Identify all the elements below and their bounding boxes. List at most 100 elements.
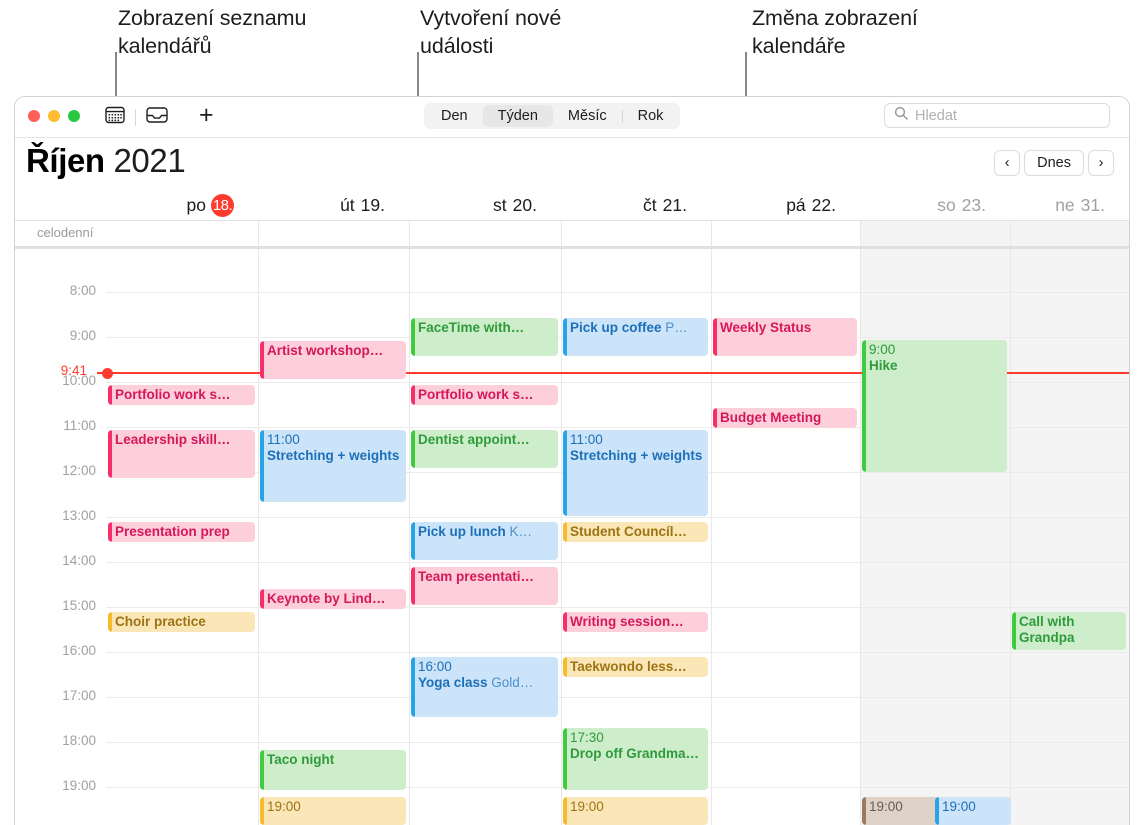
today-date-badge: 18. xyxy=(211,193,234,217)
calendar-event[interactable]: Choir practice xyxy=(108,612,255,632)
calendar-event[interactable]: 17:30 Drop off Grandma… xyxy=(563,728,708,790)
event-color-bar xyxy=(563,657,567,677)
event-title: FaceTime with… xyxy=(418,320,525,335)
day-number-label: 22. xyxy=(811,194,836,215)
day-header-ne[interactable]: ne 31. xyxy=(1010,190,1129,220)
tab-day[interactable]: Den xyxy=(426,105,483,127)
calendar-event[interactable]: Taekwondo less… xyxy=(563,657,708,677)
day-weekday-label: ne xyxy=(1055,194,1075,215)
toolbar-divider xyxy=(135,109,136,126)
calendar-event[interactable]: FaceTime with… xyxy=(411,318,558,356)
prev-week-button[interactable]: ‹ xyxy=(994,150,1021,176)
calendar-event[interactable]: Artist workshop… xyxy=(260,341,406,379)
calendar-event[interactable]: Portfolio work s… xyxy=(411,385,558,405)
event-location: Gold… xyxy=(487,675,534,690)
event-location: P… xyxy=(661,320,688,335)
calendar-event[interactable]: Leadership skill… xyxy=(108,430,255,478)
calendar-event[interactable]: 19:00 xyxy=(935,797,1011,825)
tab-month-label: Měsíc xyxy=(567,108,607,124)
calendar-event[interactable]: Student Councíl… xyxy=(563,522,708,542)
today-button[interactable]: Dnes xyxy=(1024,150,1084,176)
day-header-čt[interactable]: čt 21. xyxy=(561,190,711,220)
calendar-event[interactable]: Taco night xyxy=(260,750,406,790)
calendar-event[interactable]: Pick up lunch K… xyxy=(411,522,558,560)
all-day-column-divider xyxy=(860,221,861,246)
event-color-bar xyxy=(1012,612,1016,650)
tab-year[interactable]: Rok xyxy=(623,105,679,127)
event-color-bar xyxy=(563,797,567,825)
all-day-weekend-shade xyxy=(1010,221,1129,246)
day-weekday-label: st xyxy=(493,194,507,215)
calendar-event[interactable]: Team presentati… xyxy=(411,567,558,605)
calendar-event[interactable]: 11:00 Stretching + weights xyxy=(260,430,406,502)
hour-gridline xyxy=(106,292,1129,293)
view-segmented-control[interactable]: Den Týden Měsíc Rok xyxy=(424,103,681,129)
event-color-bar xyxy=(563,318,567,356)
tab-week[interactable]: Týden xyxy=(482,105,553,127)
day-header-row: po 18. út 19. st 20. čt 21. pá 22. so 23. ne 31. xyxy=(15,190,1129,220)
column-divider xyxy=(860,249,861,825)
event-title: Dentist appoint… xyxy=(418,432,530,447)
calendar-event[interactable]: Weekly Status xyxy=(713,318,857,356)
week-grid[interactable]: 8:00 9:00 10:00 11:00 12:00 13:00 14:00 15:00 16… xyxy=(15,249,1129,825)
search-field[interactable]: Hledat xyxy=(884,103,1110,128)
event-color-bar xyxy=(260,430,264,502)
calendar-event[interactable]: 11:00 Stretching + weights xyxy=(563,430,708,516)
close-button[interactable] xyxy=(28,110,40,122)
calendar-event[interactable]: Portfolio work s… xyxy=(108,385,255,405)
plus-icon[interactable]: + xyxy=(199,103,214,128)
calendar-icon[interactable] xyxy=(105,106,125,129)
calendar-event[interactable]: Dentist appoint… xyxy=(411,430,558,468)
day-header-út[interactable]: út 19. xyxy=(258,190,409,220)
all-day-column-divider xyxy=(1010,221,1011,246)
event-title: Keynote by Lind… xyxy=(267,591,386,606)
event-title: Writing session… xyxy=(570,614,684,629)
event-title: Choir practice xyxy=(115,614,206,629)
day-header-pá[interactable]: pá 22. xyxy=(711,190,860,220)
calendar-event[interactable]: 19:00 xyxy=(260,797,406,825)
event-title: Portfolio work s… xyxy=(418,387,534,402)
calendar-event[interactable]: Keynote by Lind… xyxy=(260,589,406,609)
event-time: 11:00 xyxy=(267,432,300,447)
calendar-event[interactable]: Pick up coffee P… xyxy=(563,318,708,356)
day-number-label: 20. xyxy=(512,194,537,215)
day-header-po[interactable]: po 18. xyxy=(106,190,258,220)
calendar-event[interactable]: Writing session… xyxy=(563,612,708,632)
date-navigation[interactable]: ‹ Dnes › xyxy=(994,150,1114,176)
event-color-bar xyxy=(108,430,112,478)
hour-gridline xyxy=(106,652,1129,653)
minimize-button[interactable] xyxy=(48,110,60,122)
day-header-st[interactable]: st 20. xyxy=(409,190,561,220)
calendar-event[interactable]: 16:00 Yoga class Gold… xyxy=(411,657,558,717)
current-time-dot xyxy=(102,367,113,379)
event-color-bar xyxy=(260,589,264,609)
next-week-button[interactable]: › xyxy=(1088,150,1114,176)
zoom-button[interactable] xyxy=(68,110,80,122)
calendar-event[interactable]: Budget Meeting xyxy=(713,408,857,428)
time-label-900: 9:00 xyxy=(69,328,96,343)
event-title: Portfolio work s… xyxy=(115,387,231,402)
time-label-1500: 15:00 xyxy=(62,598,96,613)
all-day-label: celodenní xyxy=(37,225,94,240)
time-label-1600: 16:00 xyxy=(62,643,96,658)
day-number-label: 23. xyxy=(961,194,986,215)
time-label-1400: 14:00 xyxy=(62,553,96,568)
tab-month[interactable]: Měsíc xyxy=(553,105,622,127)
column-divider xyxy=(409,249,410,825)
event-color-bar xyxy=(563,728,567,790)
calendar-event[interactable]: Presentation prep xyxy=(108,522,255,542)
window-controls[interactable] xyxy=(28,110,80,122)
event-title: Taekwondo less… xyxy=(570,659,687,674)
event-location: K… xyxy=(505,524,533,539)
current-time-tick xyxy=(97,372,102,374)
event-color-bar xyxy=(108,612,112,632)
inbox-icon[interactable] xyxy=(146,106,168,129)
calendar-event[interactable]: 9:00 Hike xyxy=(862,340,1007,472)
callout-change-calendar-view: Změna zobrazení kalendáře xyxy=(752,6,918,58)
calendar-event[interactable]: 19:00 xyxy=(563,797,708,825)
calendar-event[interactable]: Call with Grandpa xyxy=(1012,612,1126,650)
event-title: Call with Grandpa xyxy=(1019,614,1075,645)
all-day-row[interactable]: celodenní xyxy=(15,220,1129,249)
day-header-so[interactable]: so 23. xyxy=(860,190,1010,220)
event-time: 16:00 xyxy=(418,659,452,674)
